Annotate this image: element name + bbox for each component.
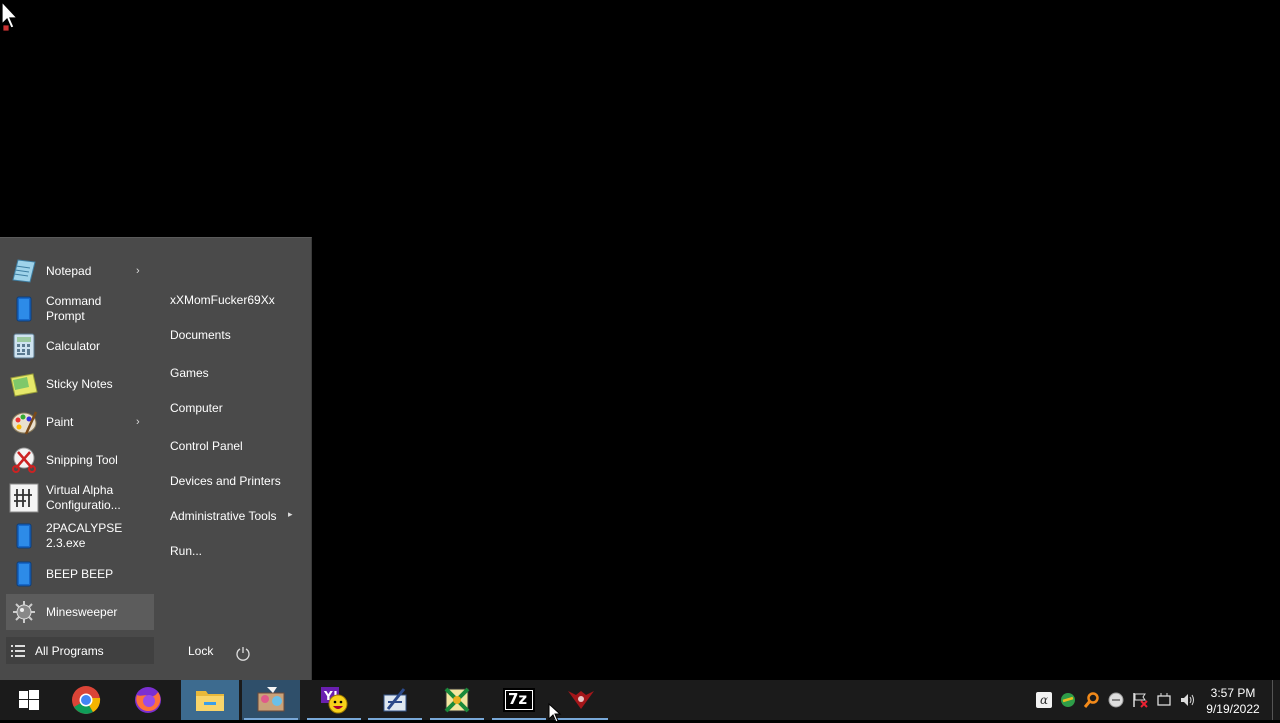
7zip-label: 7z	[508, 690, 528, 708]
start-button[interactable]	[0, 680, 58, 720]
desktop-cursor-icon	[1, 0, 19, 32]
taskbar-chrome[interactable]	[57, 680, 115, 720]
pinned-item-label: Snipping Tool	[46, 452, 118, 467]
app-tray-icon[interactable]	[1108, 692, 1124, 708]
calculator-icon	[8, 330, 40, 362]
start-menu: Notepad › Command Prompt Calculator Stic…	[0, 237, 312, 681]
chrome-icon	[72, 686, 101, 714]
all-programs-label: All Programs	[35, 643, 104, 658]
place-run[interactable]: Run...	[170, 544, 202, 559]
place-administrative-tools[interactable]: Administrative Tools	[170, 509, 277, 524]
taskbar-app-7[interactable]	[428, 680, 486, 720]
all-programs-button[interactable]: All Programs	[6, 637, 154, 664]
place-computer[interactable]: Computer	[170, 401, 223, 416]
firefox-icon	[135, 687, 161, 713]
pinned-item-label: Command Prompt	[46, 294, 102, 323]
taskbar-clock[interactable]: 3:57 PM 9/19/2022	[1196, 685, 1270, 717]
action-center-icon[interactable]	[1156, 692, 1172, 708]
taskbar-app-4[interactable]	[242, 680, 300, 720]
pinned-item-sticky-notes[interactable]: Sticky Notes	[6, 366, 154, 402]
place-devices-and-printers[interactable]: Devices and Printers	[170, 474, 281, 489]
volume-icon[interactable]	[1180, 692, 1196, 708]
snipping-tool-icon	[8, 444, 40, 476]
list-icon	[11, 644, 25, 657]
taskbar-7zip[interactable]: 7z	[490, 680, 548, 720]
app-icon	[383, 688, 407, 712]
virtual-alpha-icon	[8, 482, 40, 514]
place-user-folder[interactable]: xXMomFucker69Xx	[170, 293, 275, 308]
pinned-item-label: Paint	[46, 414, 74, 429]
command-prompt-icon	[8, 293, 40, 325]
clock-time: 3:57 PM	[1210, 686, 1256, 700]
pinned-item-label: Virtual Alpha Configuratio...	[46, 483, 121, 512]
pinned-item-minesweeper[interactable]: Minesweeper	[6, 594, 154, 630]
taskbar-app-6[interactable]	[366, 680, 424, 720]
pinned-item-snipping-tool[interactable]: Snipping Tool	[6, 442, 154, 478]
pinned-item-label: Minesweeper	[46, 604, 118, 619]
network-app-icon[interactable]	[1060, 692, 1076, 708]
pinned-item-label: 2PACALYPSE 2.3.exe	[46, 521, 123, 550]
place-games[interactable]: Games	[170, 366, 209, 381]
input-method-icon[interactable]: α	[1036, 692, 1052, 708]
notepad-icon	[8, 255, 40, 287]
pinned-item-beep-beep[interactable]: BEEP BEEP	[6, 556, 154, 592]
app-icon	[257, 687, 285, 712]
yahoo-messenger-icon: Y!	[321, 687, 348, 714]
app-icon	[444, 687, 470, 713]
pinned-item-command-prompt[interactable]: Command Prompt	[6, 291, 154, 327]
pinned-item-notepad[interactable]: Notepad ›	[6, 253, 154, 289]
app-icon	[568, 691, 594, 709]
clock-date: 9/19/2022	[1206, 702, 1260, 716]
pinned-item-virtual-alpha[interactable]: Virtual Alpha Configuratio...	[6, 480, 154, 516]
pinned-item-calculator[interactable]: Calculator	[6, 328, 154, 364]
taskbar-firefox[interactable]	[119, 680, 177, 720]
taskbar-file-explorer[interactable]	[181, 680, 239, 720]
exe-icon	[8, 520, 40, 552]
search-app-icon[interactable]	[1084, 692, 1100, 708]
submenu-arrow-icon[interactable]: ▸	[288, 509, 293, 520]
flag-icon[interactable]	[1132, 692, 1148, 708]
mouse-cursor-icon	[548, 703, 562, 723]
pinned-item-label: Sticky Notes	[46, 376, 113, 391]
pinned-item-label: Calculator	[46, 338, 101, 353]
pinned-item-label: Notepad	[46, 263, 92, 278]
submenu-arrow-icon[interactable]: ›	[136, 416, 140, 428]
taskbar-yahoo-messenger[interactable]: Y!	[305, 680, 363, 720]
pinned-item-paint[interactable]: Paint ›	[6, 404, 154, 440]
power-icon[interactable]	[235, 645, 251, 661]
paint-icon	[8, 406, 40, 438]
minesweeper-icon	[8, 596, 40, 628]
exe-icon	[8, 558, 40, 590]
windows-logo-icon	[19, 690, 39, 710]
show-desktop-button[interactable]	[1272, 680, 1280, 720]
place-documents[interactable]: Documents	[170, 328, 231, 343]
pinned-item-label: BEEP BEEP	[46, 566, 114, 581]
folder-icon	[196, 691, 224, 711]
sticky-notes-icon	[8, 368, 40, 400]
lock-button[interactable]: Lock	[188, 644, 213, 658]
submenu-arrow-icon[interactable]: ›	[136, 265, 140, 277]
place-control-panel[interactable]: Control Panel	[170, 439, 243, 454]
pinned-item-2pacalypse[interactable]: 2PACALYPSE 2.3.exe	[6, 518, 154, 554]
